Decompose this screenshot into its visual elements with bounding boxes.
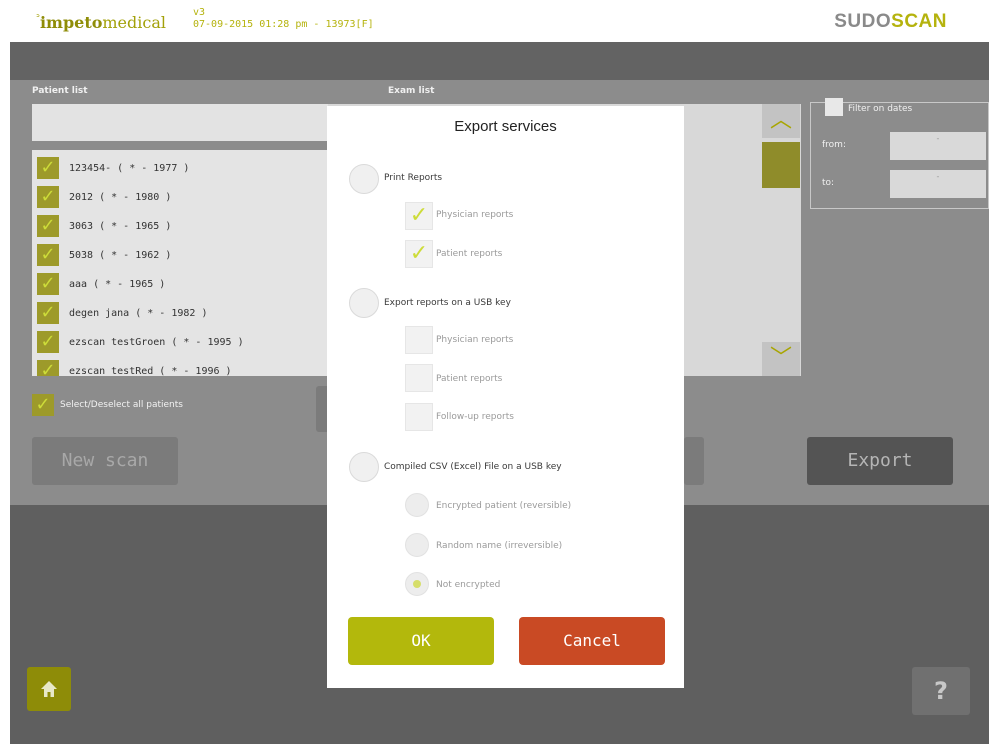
random-name-radio[interactable] xyxy=(405,533,429,557)
select-all-toggle[interactable]: ✓ Select/Deselect all patients xyxy=(32,394,183,416)
encrypted-label: Encrypted patient (reversible) xyxy=(436,501,572,511)
print-reports-radio[interactable] xyxy=(349,164,379,194)
impeto-logo: ᐣimpetomedical xyxy=(36,13,166,32)
usb-followup-checkbox[interactable] xyxy=(405,403,433,431)
version-label: v3 xyxy=(193,7,206,18)
patient-name: aaa ( * - 1965 ) xyxy=(69,278,166,290)
brand-sudo: SUDO xyxy=(834,11,892,32)
compiled-csv-radio[interactable] xyxy=(349,452,379,482)
check-icon: ✓ xyxy=(409,203,429,228)
compiled-csv-label: Compiled CSV (Excel) File on a USB key xyxy=(384,462,562,472)
print-physician-checkbox[interactable]: ✓ xyxy=(405,202,433,230)
usb-physician-checkbox[interactable] xyxy=(405,326,433,354)
not-encrypted-radio[interactable] xyxy=(405,572,429,596)
patient-name: 123454- ( * - 1977 ) xyxy=(69,162,190,174)
cancel-button[interactable]: Cancel xyxy=(519,617,665,665)
check-icon[interactable]: ✓ xyxy=(37,302,59,324)
hidden-button[interactable] xyxy=(684,437,704,485)
ok-button[interactable]: OK xyxy=(348,617,494,665)
random-name-label: Random name (irreversible) xyxy=(436,541,563,551)
exam-list-label: Exam list xyxy=(388,86,435,96)
patient-name: ezscan testGroen ( * - 1995 ) xyxy=(69,336,244,348)
select-all-label: Select/Deselect all patients xyxy=(60,400,183,410)
filter-dates-label: Filter on dates xyxy=(848,104,913,114)
scroll-up-button[interactable]: ︿ xyxy=(762,104,800,138)
not-encrypted-label: Not encrypted xyxy=(436,580,501,590)
home-icon xyxy=(41,681,57,697)
list-item[interactable]: ✓ degen jana ( * - 1982 ) xyxy=(37,301,207,325)
patient-search-input[interactable] xyxy=(32,104,332,141)
filter-dates-checkbox[interactable] xyxy=(825,98,843,116)
check-icon[interactable]: ✓ xyxy=(37,331,59,353)
check-icon[interactable]: ✓ xyxy=(37,244,59,266)
print-patient-label: Patient reports xyxy=(436,249,503,259)
usb-patient-label: Patient reports xyxy=(436,374,503,384)
from-label: from: xyxy=(822,140,846,150)
encrypted-radio[interactable] xyxy=(405,493,429,517)
home-button[interactable] xyxy=(27,667,71,711)
help-button[interactable]: ? xyxy=(912,667,970,715)
print-physician-label: Physician reports xyxy=(436,210,514,220)
logo-prefix: impeto xyxy=(39,13,103,32)
scroll-down-button[interactable]: ﹀ xyxy=(762,342,800,376)
patient-name: 3063 ( * - 1965 ) xyxy=(69,220,172,232)
patient-name: degen jana ( * - 1982 ) xyxy=(69,307,208,319)
to-date-field[interactable]: - xyxy=(890,170,986,198)
brand-scan: SCAN xyxy=(891,11,947,32)
top-bar xyxy=(10,42,989,80)
list-item[interactable]: ✓ ezscan testGroen ( * - 1995 ) xyxy=(37,330,244,354)
sudoscan-logo: SUDOSCAN xyxy=(834,11,947,33)
version-info: v3 07-09-2015 01:28 pm - 13973[F] xyxy=(193,7,374,31)
export-usb-label: Export reports on a USB key xyxy=(384,298,511,308)
scrollbar-thumb[interactable] xyxy=(762,142,800,188)
print-patient-checkbox[interactable]: ✓ xyxy=(405,240,433,268)
usb-followup-label: Follow-up reports xyxy=(436,412,514,422)
list-item[interactable]: ✓ 123454- ( * - 1977 ) xyxy=(37,156,189,180)
patient-name: 5038 ( * - 1962 ) xyxy=(69,249,172,261)
list-item[interactable]: ✓ 2012 ( * - 1980 ) xyxy=(37,185,171,209)
patient-list[interactable]: ✓ 123454- ( * - 1977 ) ✓ 2012 ( * - 1980 )… xyxy=(32,150,332,376)
new-scan-button[interactable]: New scan xyxy=(32,437,178,485)
export-button[interactable]: Export xyxy=(807,437,953,485)
check-icon[interactable]: ✓ xyxy=(37,273,59,295)
export-services-dialog: Export services Print Reports ✓ Physicia… xyxy=(327,106,684,688)
logo-suffix: medical xyxy=(102,13,166,32)
list-item[interactable]: ✓ ezscan testRed ( * - 1996 ) xyxy=(37,359,232,376)
list-item[interactable]: ✓ 5038 ( * - 1962 ) xyxy=(37,243,171,267)
dialog-title: Export services xyxy=(454,118,557,135)
datetime-label: 07-09-2015 01:28 pm - 13973[F] xyxy=(193,19,374,30)
print-reports-label: Print Reports xyxy=(384,173,443,183)
check-icon[interactable]: ✓ xyxy=(37,157,59,179)
check-icon[interactable]: ✓ xyxy=(37,360,59,376)
to-label: to: xyxy=(822,178,835,188)
check-icon[interactable]: ✓ xyxy=(32,394,54,416)
list-item[interactable]: ✓ 3063 ( * - 1965 ) xyxy=(37,214,171,238)
patient-list-label: Patient list xyxy=(32,86,88,96)
usb-patient-checkbox[interactable] xyxy=(405,364,433,392)
patient-name: 2012 ( * - 1980 ) xyxy=(69,191,172,203)
export-usb-radio[interactable] xyxy=(349,288,379,318)
radio-selected-dot xyxy=(413,580,421,588)
from-date-field[interactable]: - xyxy=(890,132,986,160)
chevron-down-icon: ﹀ xyxy=(769,346,792,371)
check-icon[interactable]: ✓ xyxy=(37,186,59,208)
app-header: ᐣimpetomedical v3 07-09-2015 01:28 pm - … xyxy=(0,0,989,42)
patient-name: ezscan testRed ( * - 1996 ) xyxy=(69,365,232,377)
list-item[interactable]: ✓ aaa ( * - 1965 ) xyxy=(37,272,165,296)
usb-physician-label: Physician reports xyxy=(436,335,514,345)
check-icon[interactable]: ✓ xyxy=(37,215,59,237)
check-icon: ✓ xyxy=(409,241,429,266)
chevron-up-icon: ︿ xyxy=(769,108,792,133)
